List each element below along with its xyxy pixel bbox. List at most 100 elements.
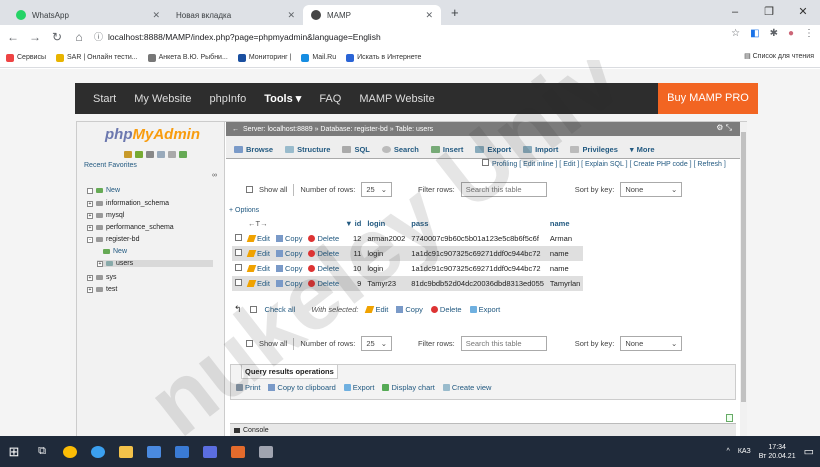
tab-more[interactable]: ▾ More xyxy=(630,145,655,154)
tab-search[interactable]: Search xyxy=(381,145,419,154)
close-icon[interactable]: ✕ xyxy=(152,10,160,21)
row-checkbox[interactable] xyxy=(235,249,242,256)
back-icon[interactable]: ← xyxy=(232,126,239,133)
copy-link[interactable]: Copy xyxy=(275,264,302,273)
taskbar-chrome[interactable] xyxy=(56,436,84,467)
tree-mysql[interactable]: + mysql xyxy=(87,212,124,219)
tree-register-bd[interactable]: - register-bd xyxy=(87,236,139,243)
tree-performance-schema[interactable]: + performance_schema xyxy=(87,224,174,231)
star-icon[interactable]: ☆ xyxy=(731,28,740,39)
row-checkbox[interactable] xyxy=(235,279,242,286)
taskbar-explorer[interactable] xyxy=(112,436,140,467)
bookmark-search[interactable]: Искать в Интернете xyxy=(346,53,421,62)
recent-tab[interactable]: Recent xyxy=(84,162,106,169)
scrollbar[interactable] xyxy=(740,122,747,439)
settings-icon[interactable] xyxy=(168,151,176,158)
taskbar-app[interactable] xyxy=(252,436,280,467)
close-window-icon[interactable]: ✕ xyxy=(786,0,820,25)
clock[interactable]: 17:34 Вт 20.04.21 xyxy=(759,443,796,461)
reading-list[interactable]: ▤ Список для чтения xyxy=(744,52,814,60)
filter-rows-input[interactable]: Search this table xyxy=(460,182,547,197)
tab-sql[interactable]: SQL xyxy=(342,145,370,154)
home-icon[interactable]: ⌂ xyxy=(70,30,88,44)
bulk-delete-button[interactable]: Delete xyxy=(430,305,462,314)
start-button[interactable]: ⊞ xyxy=(0,436,28,467)
page-settings-icon[interactable] xyxy=(726,414,733,422)
nav-start[interactable]: Start xyxy=(93,93,116,105)
menu-icon[interactable]: ⋮ xyxy=(804,28,814,39)
rows-select[interactable]: 25 ⌄ xyxy=(361,336,393,351)
favorites-tab[interactable]: Favorites xyxy=(108,162,137,169)
extension-icon[interactable]: ◧ xyxy=(750,28,759,39)
copy-clipboard-link[interactable]: Copy to clipboard xyxy=(268,383,336,392)
home-icon[interactable] xyxy=(124,151,132,158)
column-login[interactable]: login xyxy=(364,216,408,231)
notifications-icon[interactable]: ▭ xyxy=(804,445,814,458)
buy-mamp-pro-button[interactable]: Buy MAMP PRO xyxy=(658,83,758,114)
row-checkbox[interactable] xyxy=(235,234,242,241)
bookmark-apps[interactable]: Сервисы xyxy=(6,53,46,62)
profiling-links[interactable]: Profiling [ Edit inline ] [ Edit ] [ Exp… xyxy=(482,159,726,168)
column-arrows[interactable]: ←T→ xyxy=(245,216,342,231)
task-view-button[interactable]: ⧉ xyxy=(28,436,56,467)
nav-faq[interactable]: FAQ xyxy=(319,93,341,105)
tab-privileges[interactable]: Privileges xyxy=(570,145,618,154)
console-bar[interactable]: Console xyxy=(230,423,736,436)
tab-whatsapp[interactable]: WhatsApp ✕ xyxy=(8,5,168,25)
edit-link[interactable]: Edit xyxy=(246,279,270,288)
settings-icon[interactable]: ⚙ ⤡ xyxy=(716,123,732,133)
taskbar-app[interactable] xyxy=(224,436,252,467)
logout-icon[interactable] xyxy=(146,151,154,158)
column-name[interactable]: name xyxy=(547,216,583,231)
nav-phpinfo[interactable]: phpInfo xyxy=(210,93,247,105)
bookmark-monitoring[interactable]: Мониторинг | xyxy=(237,53,291,62)
avatar[interactable]: ● xyxy=(788,28,794,39)
tree-information-schema[interactable]: + information_schema xyxy=(87,200,169,207)
options-link[interactable]: + Options xyxy=(229,207,259,214)
url-field[interactable]: ⓘ localhost:8888/MAMP/index.php?page=php… xyxy=(94,30,381,43)
print-link[interactable]: Print xyxy=(236,383,260,392)
create-view-link[interactable]: Create view xyxy=(442,383,491,392)
close-icon[interactable]: ✕ xyxy=(287,10,295,21)
forward-icon[interactable]: → xyxy=(26,30,44,44)
tab-browse[interactable]: Browse xyxy=(234,145,273,154)
show-all-checkbox[interactable] xyxy=(246,340,253,347)
filter-rows-input[interactable]: Search this table xyxy=(460,336,547,351)
bookmark-sar[interactable]: SAR | Онлайн тести... xyxy=(56,53,138,62)
tree-new[interactable]: New xyxy=(87,187,120,194)
delete-link[interactable]: Delete xyxy=(308,264,339,273)
phpmyadmin-logo[interactable]: phpMyAdmin xyxy=(105,126,200,143)
tab-new[interactable]: Новая вкладка ✕ xyxy=(168,5,303,25)
tab-insert[interactable]: Insert xyxy=(430,145,463,154)
bookmark-anketa[interactable]: Анкета В.Ю. Рыбни... xyxy=(147,53,228,62)
nav-my-website[interactable]: My Website xyxy=(134,93,191,105)
minimize-icon[interactable]: – xyxy=(718,0,752,25)
scrollbar-thumb[interactable] xyxy=(741,132,746,402)
bulk-edit-button[interactable]: Edit xyxy=(365,305,388,314)
nav-mamp-website[interactable]: MAMP Website xyxy=(359,93,434,105)
puzzle-icon[interactable]: ✱ xyxy=(770,28,778,39)
tab-mamp[interactable]: MAMP ✕ xyxy=(303,5,441,25)
delete-link[interactable]: Delete xyxy=(308,279,339,288)
rows-select[interactable]: 25 ⌄ xyxy=(361,182,393,197)
sql-icon[interactable] xyxy=(135,151,143,158)
display-chart-link[interactable]: Display chart xyxy=(382,383,435,392)
bookmark-mailru[interactable]: Mail.Ru xyxy=(301,53,336,62)
delete-link[interactable]: Delete xyxy=(308,249,339,258)
edit-link[interactable]: Edit xyxy=(246,234,270,243)
column-id[interactable]: ▼ id xyxy=(342,216,364,231)
link-icon[interactable]: ∞ xyxy=(212,172,217,179)
bulk-copy-button[interactable]: Copy xyxy=(396,305,423,314)
tab-structure[interactable]: Structure xyxy=(285,145,330,154)
sort-select[interactable]: None ⌄ xyxy=(620,182,683,197)
taskbar-app[interactable] xyxy=(168,436,196,467)
export-link[interactable]: Export xyxy=(343,383,374,392)
new-tab-button[interactable]: + xyxy=(451,5,459,20)
row-checkbox[interactable] xyxy=(235,264,242,271)
close-icon[interactable]: ✕ xyxy=(425,10,433,21)
edit-link[interactable]: Edit xyxy=(246,249,270,258)
tree-test[interactable]: + test xyxy=(87,286,117,293)
tab-import[interactable]: Import xyxy=(523,145,558,154)
bulk-export-button[interactable]: Export xyxy=(469,305,500,314)
copy-link[interactable]: Copy xyxy=(275,234,302,243)
